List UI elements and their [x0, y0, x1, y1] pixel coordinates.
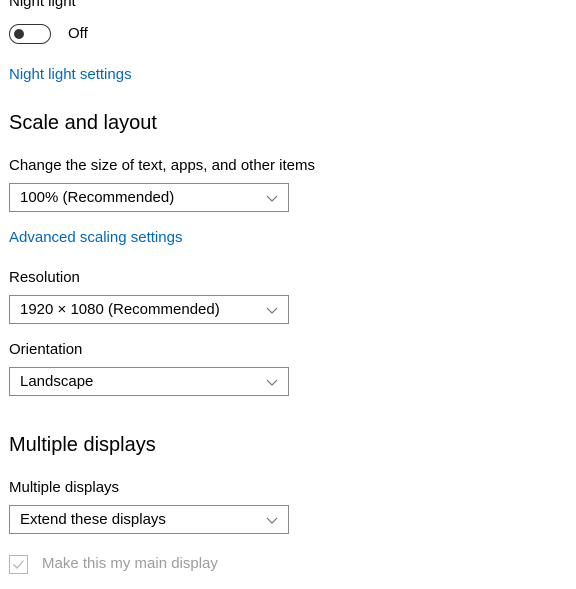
night-light-toggle[interactable]: [9, 24, 51, 44]
orientation-dropdown[interactable]: Landscape: [9, 367, 289, 396]
resolution-label: Resolution: [9, 269, 80, 286]
scale-label: Change the size of text, apps, and other…: [9, 157, 316, 174]
multiple-displays-dropdown[interactable]: Extend these displays: [9, 505, 289, 534]
check-icon: [13, 559, 24, 569]
main-display-checkbox-row: Make this my main display: [9, 553, 218, 575]
multiple-displays-heading: Multiple displays: [9, 434, 156, 456]
chevron-down-icon: [265, 375, 279, 389]
night-light-heading: Night light: [9, 0, 76, 10]
make-main-display-checkbox: [9, 554, 28, 574]
resolution-dropdown[interactable]: 1920 × 1080 (Recommended): [9, 295, 289, 324]
chevron-down-icon: [265, 191, 279, 205]
scale-dropdown-value: 100% (Recommended): [20, 188, 175, 206]
display-settings-pane: Night light Off Night light settings Sca…: [0, 0, 576, 589]
multiple-displays-label: Multiple displays: [9, 479, 120, 496]
orientation-dropdown-value: Landscape: [20, 372, 94, 390]
night-light-toggle-state-label: Off: [68, 25, 88, 42]
chevron-down-icon: [265, 513, 279, 527]
orientation-label: Orientation: [9, 341, 83, 358]
scale-dropdown[interactable]: 100% (Recommended): [9, 183, 289, 212]
night-light-settings-link[interactable]: Night light settings: [9, 66, 132, 84]
toggle-knob: [14, 29, 24, 39]
advanced-scaling-settings-link[interactable]: Advanced scaling settings: [9, 229, 182, 247]
scale-and-layout-heading: Scale and layout: [9, 112, 157, 134]
make-main-display-label: Make this my main display: [42, 555, 218, 572]
night-light-toggle-row: Off: [9, 23, 88, 45]
chevron-down-icon: [265, 303, 279, 317]
multiple-displays-dropdown-value: Extend these displays: [20, 510, 166, 528]
resolution-dropdown-value: 1920 × 1080 (Recommended): [20, 300, 220, 318]
